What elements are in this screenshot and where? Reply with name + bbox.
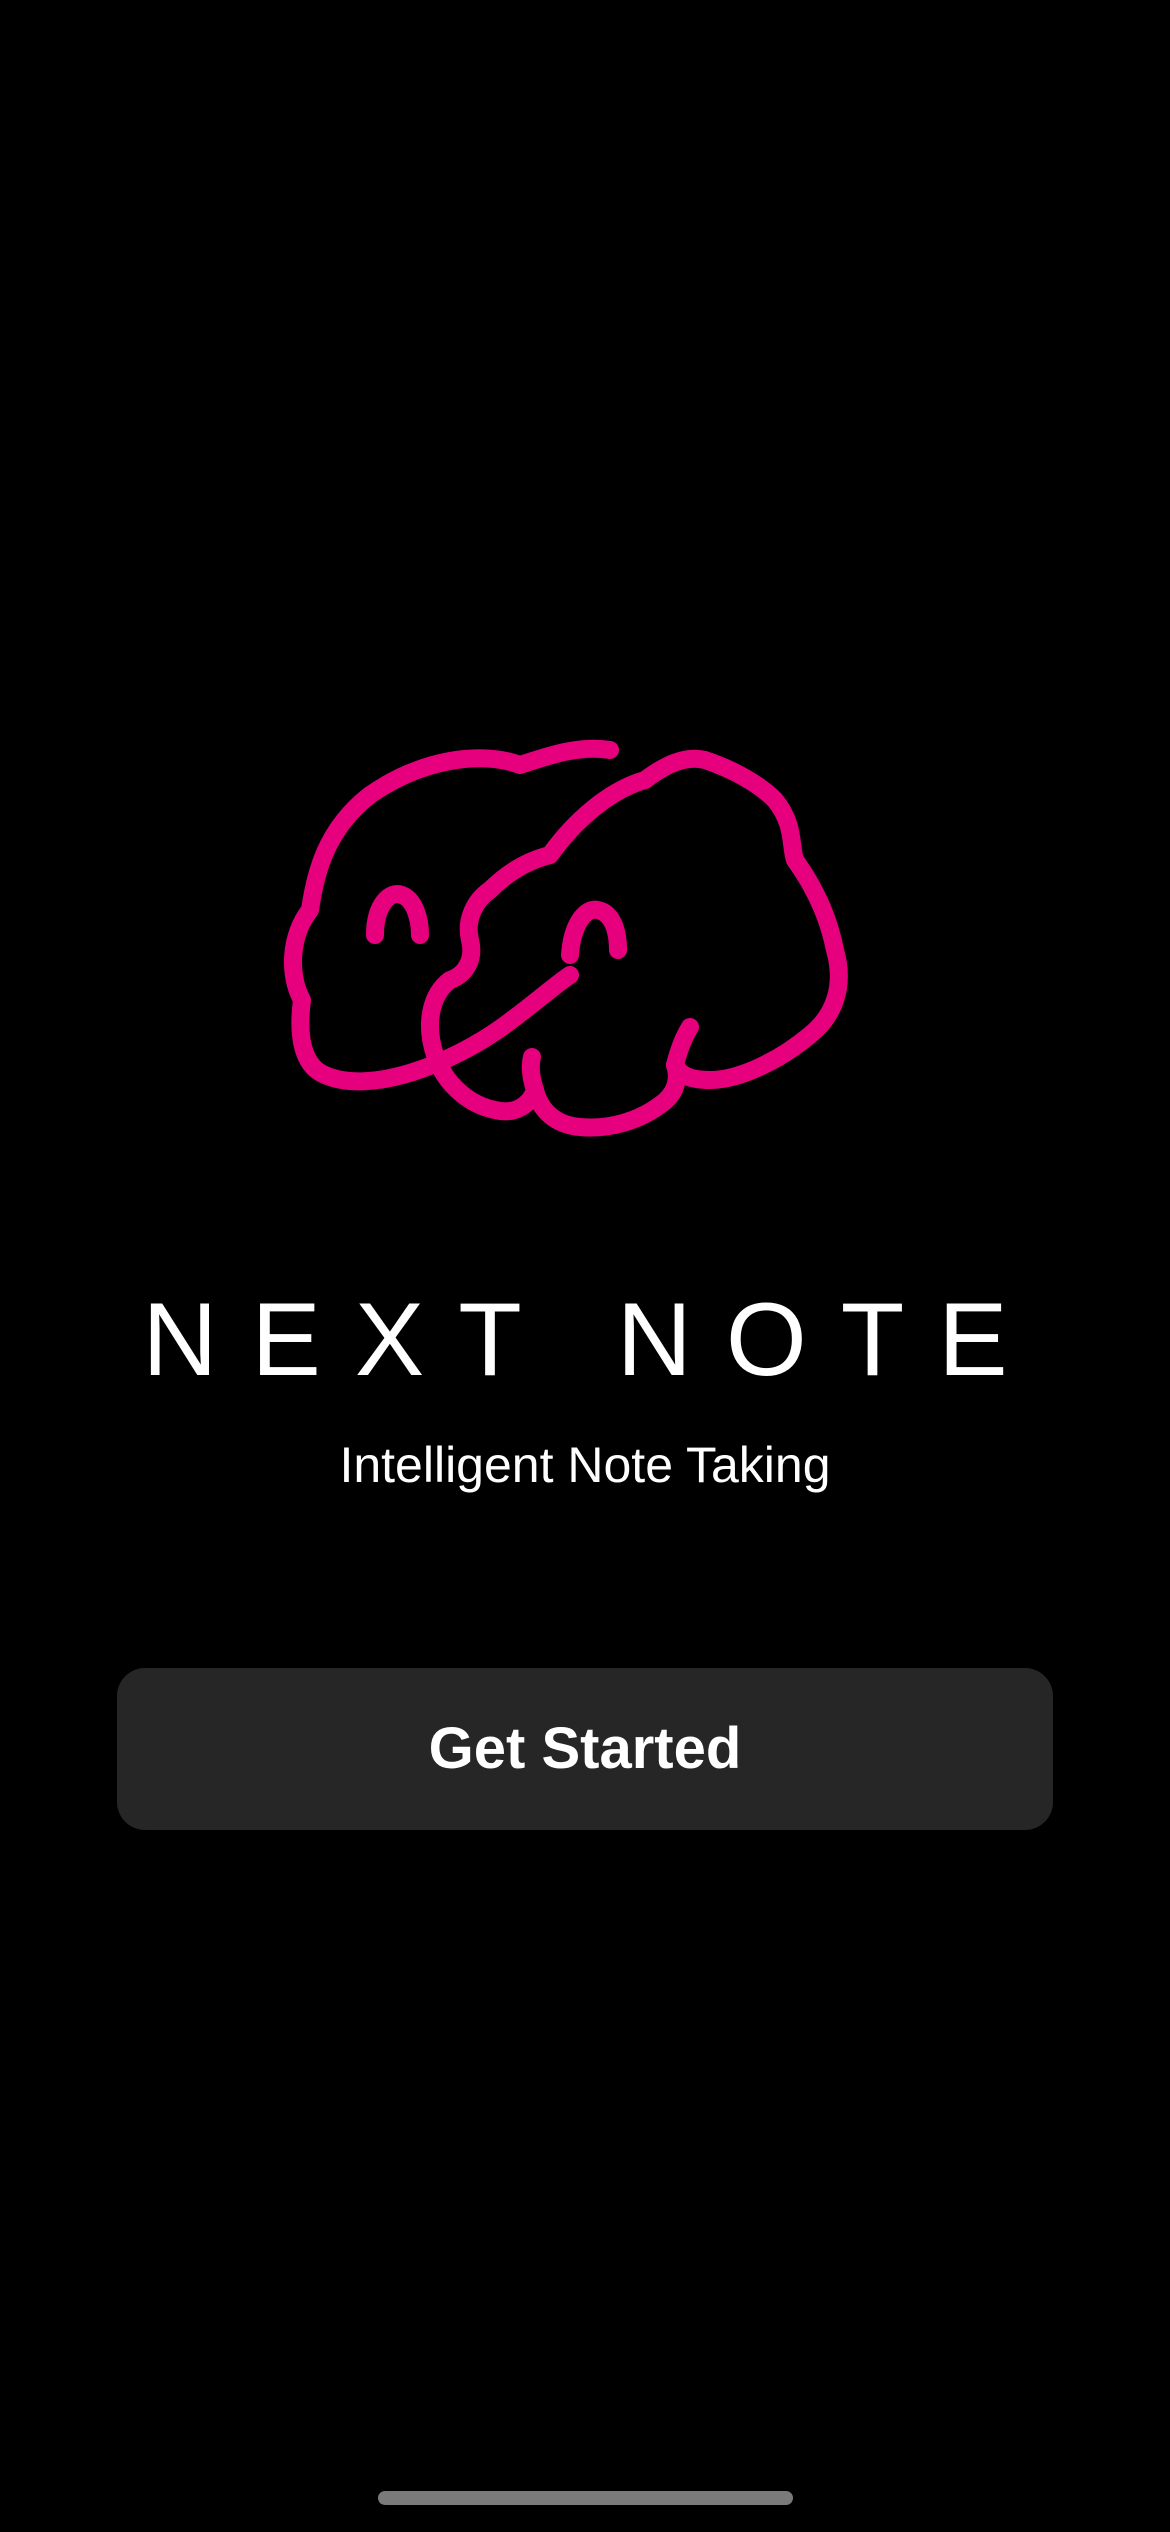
app-title: NEXT NOTE [142,1282,1042,1398]
welcome-screen: NEXT NOTE Intelligent Note Taking Get St… [0,0,1170,2532]
get-started-button[interactable]: Get Started [117,1668,1053,1830]
home-indicator[interactable] [378,2491,793,2505]
app-subtitle: Intelligent Note Taking [339,1437,831,1493]
elephants-logo-icon [280,735,890,1195]
